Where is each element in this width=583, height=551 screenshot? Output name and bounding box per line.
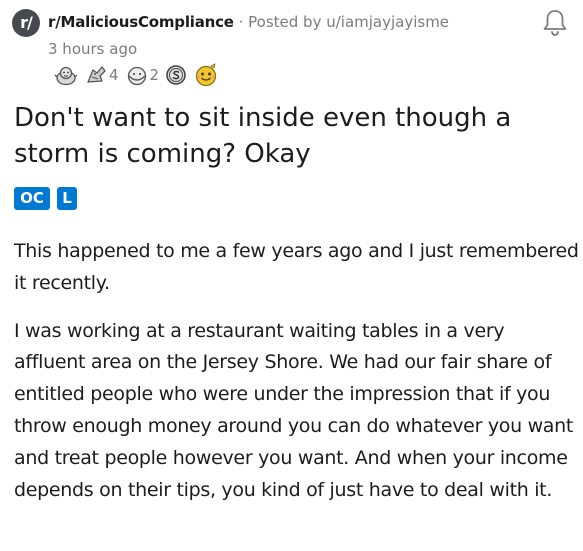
wholesome-seal-award-icon[interactable] (54, 64, 78, 86)
notification-bell-icon[interactable] (542, 8, 568, 38)
post-flairs: OC L (14, 187, 84, 210)
subreddit-avatar[interactable]: r/ (12, 9, 40, 37)
award-count: 2 (149, 66, 160, 84)
meta-separator: · (238, 13, 244, 31)
hugz-award-icon[interactable]: 2 (125, 64, 160, 86)
post-paragraph: I was working at a restaurant waiting ta… (14, 319, 574, 501)
bravo-award-icon[interactable]: 4 (84, 64, 119, 86)
post-header: r/ r/MaliciousCompliance · Posted by u/i… (12, 8, 572, 38)
silver-s-award-icon[interactable] (165, 64, 187, 86)
awards-row[interactable]: 4 2 (54, 63, 225, 87)
post-body: This happened to me a few years ago and … (14, 236, 580, 522)
flair-l[interactable]: L (57, 187, 77, 210)
award-count: 4 (109, 66, 119, 84)
post-time: 3 hours ago (48, 40, 138, 58)
post-title[interactable]: Don't want to sit inside even though a s… (14, 100, 574, 172)
posted-by-link[interactable]: Posted by u/iamjayjayisme (248, 13, 449, 31)
post-paragraph: This happened to me a few years ago and … (14, 240, 579, 294)
subreddit-link[interactable]: r/MaliciousCompliance (48, 13, 234, 31)
flair-oc[interactable]: OC (14, 187, 50, 210)
wholesome-award-icon[interactable] (193, 63, 219, 87)
post-meta: r/MaliciousCompliance · Posted by u/iamj… (48, 12, 449, 32)
